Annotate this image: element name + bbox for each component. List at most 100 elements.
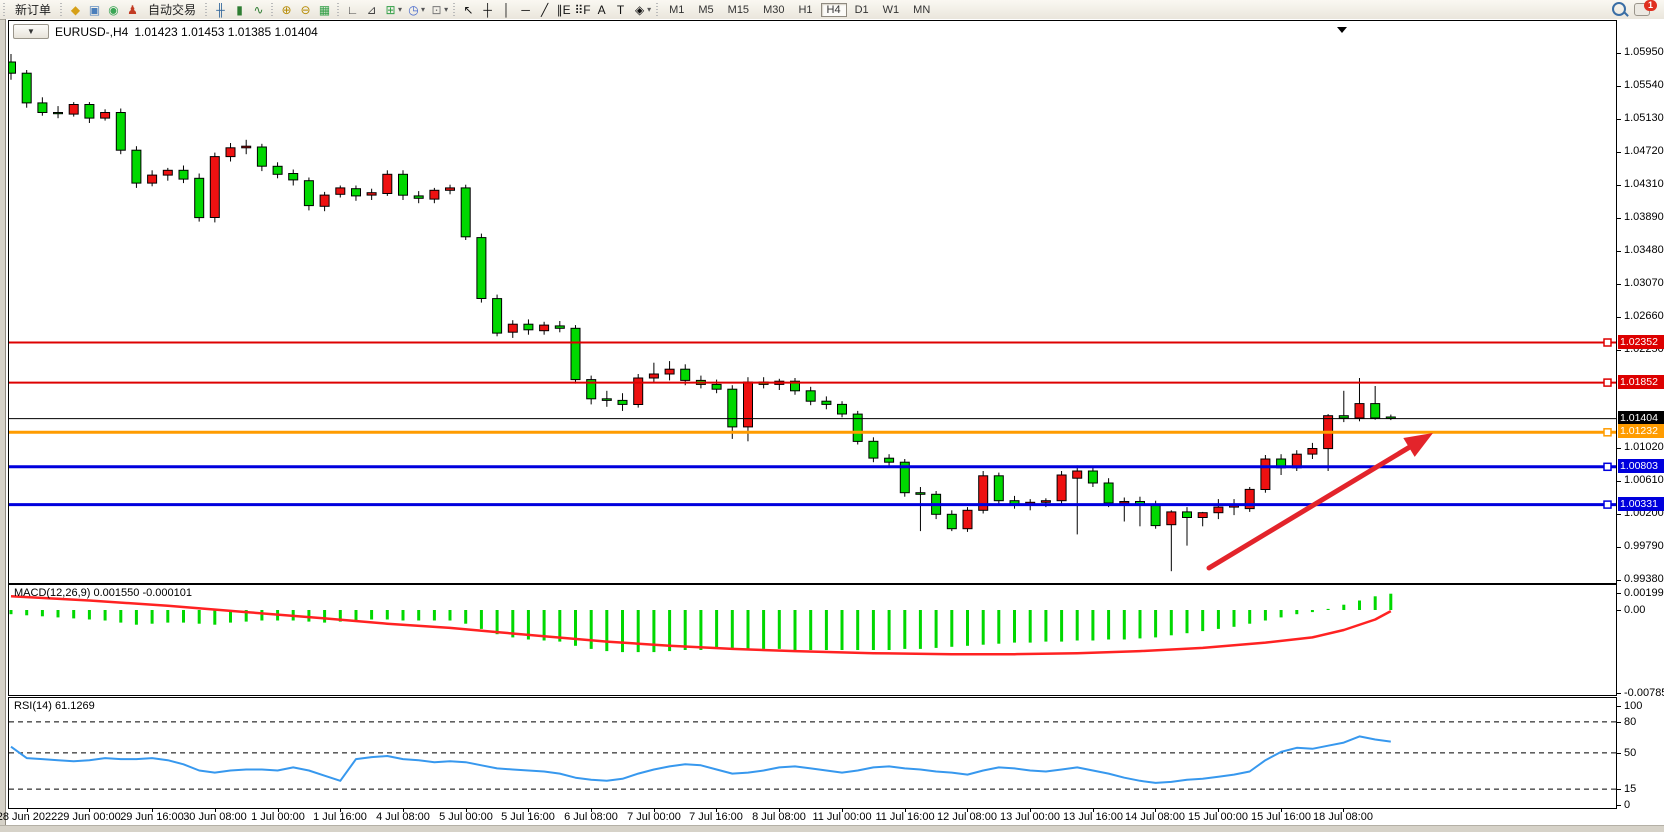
timeframe-M15-button[interactable]: M15 <box>722 3 755 17</box>
chart-window: ▼ EURUSD-,H4 1.01423 1.01453 1.01385 1.0… <box>5 19 1664 825</box>
price-level-chip: 1.01852 <box>1618 375 1664 389</box>
main-chart-pane[interactable]: ▼ EURUSD-,H4 1.01423 1.01453 1.01385 1.0… <box>8 20 1617 584</box>
zoom-out-icon[interactable]: ⊖ <box>296 1 315 19</box>
macd-tick <box>1617 593 1621 594</box>
rsi-axis-label: 0 <box>1624 799 1630 811</box>
price-tick <box>1617 251 1621 252</box>
price-tick-label: 0.99790 <box>1624 540 1664 552</box>
candlestick-type-icon[interactable]: ▮ <box>230 1 249 19</box>
price-tick-label: 1.02660 <box>1624 310 1664 322</box>
price-tick <box>1617 580 1621 581</box>
equidistant-channel-icon[interactable]: ∥E <box>554 1 573 19</box>
price-tick-label: 1.04310 <box>1624 178 1664 190</box>
price-tick-label: 1.05130 <box>1624 112 1664 124</box>
tile-windows-icon[interactable]: ▦ <box>315 1 334 19</box>
search-icon[interactable] <box>1612 2 1626 16</box>
text-label-icon[interactable]: T <box>611 1 630 19</box>
timeframe-M30-button[interactable]: M30 <box>757 3 790 17</box>
rsi-axis-label: 50 <box>1624 747 1636 759</box>
bar-chart-type-icon[interactable]: ╫ <box>211 1 230 19</box>
price-tick <box>1617 350 1621 351</box>
price-tick-label: 1.03070 <box>1624 277 1664 289</box>
auto-scroll-icon[interactable]: ∟ <box>343 1 362 19</box>
fibonacci-icon[interactable]: ⠿F <box>573 1 592 19</box>
timeframe-MN-button[interactable]: MN <box>907 3 936 17</box>
timeframe-M1-button[interactable]: M1 <box>663 3 690 17</box>
price-tick-label: 1.05540 <box>1624 79 1664 91</box>
notifications-icon[interactable]: 1 <box>1634 3 1650 16</box>
community-icon[interactable]: ▣ <box>85 1 104 19</box>
macd-axis-label: 0.001998 <box>1624 587 1664 599</box>
macd-pane[interactable]: MACD(12,26,9) 0.001550 -0.000101 <box>8 584 1617 696</box>
rsi-chart <box>9 698 1616 808</box>
shapes-icon-caret[interactable]: ▾ <box>647 5 651 14</box>
macd-tick <box>1617 610 1621 611</box>
toolbar-grip <box>451 3 458 17</box>
macd-axis-label: 0.00 <box>1624 604 1645 616</box>
symbol-dropdown-button[interactable]: ▼ <box>13 24 49 39</box>
chart-shift-icon[interactable]: ⊿ <box>362 1 381 19</box>
template-image-icon-caret[interactable]: ▾ <box>444 5 448 14</box>
trendline-icon[interactable]: ╱ <box>535 1 554 19</box>
price-level-chip: 1.00331 <box>1618 497 1664 511</box>
notification-badge: 1 <box>1644 0 1657 11</box>
rsi-axis-label: 15 <box>1624 783 1636 795</box>
price-tick <box>1617 86 1621 87</box>
vertical-line-icon[interactable]: │ <box>497 1 516 19</box>
signals-icon[interactable]: ◉ <box>104 1 123 19</box>
add-indicator-icon-caret[interactable]: ▾ <box>398 5 402 14</box>
timeframe-M5-button[interactable]: M5 <box>692 3 719 17</box>
new-order-button[interactable]: 新订单 <box>9 1 57 18</box>
price-level-chip: 1.00803 <box>1618 459 1664 473</box>
chart-shift-marker-icon <box>1337 27 1347 33</box>
price-tick <box>1617 448 1621 449</box>
price-axis[interactable]: 1.05950 1.05540 1.05130 1.04720 1.04310 1.038… <box>1617 19 1664 825</box>
line-chart-type-icon[interactable]: ∿ <box>249 1 268 19</box>
price-tick-label: 1.05950 <box>1624 46 1664 58</box>
rsi-axis-label: 80 <box>1624 716 1636 728</box>
toolbar: 新订单◆▣◉♟自动交易╫▮∿⊕⊖▦∟⊿⊞▾◷▾⊡▾↖┼│─╱∥E⠿FAT◈▾M1… <box>0 0 1664 20</box>
price-level-chip: 1.01232 <box>1618 424 1664 438</box>
chart-title: EURUSD-,H4 <box>55 25 128 39</box>
price-level-chip: 1.02352 <box>1618 335 1664 349</box>
algo-trading-button-icon: ♟ <box>123 1 142 19</box>
price-tick <box>1617 514 1621 515</box>
time-axis[interactable]: 28 Jun 202229 Jun 00:0029 Jun 16:0030 Ju… <box>8 809 1617 825</box>
rsi-tick <box>1617 789 1621 790</box>
price-tick <box>1617 185 1621 186</box>
rsi-tick <box>1617 722 1621 723</box>
zoom-in-icon[interactable]: ⊕ <box>277 1 296 19</box>
market-depth-icon[interactable]: ◆ <box>66 1 85 19</box>
timeframe-D1-button[interactable]: D1 <box>849 3 875 17</box>
timeframe-W1-button[interactable]: W1 <box>877 3 906 17</box>
price-tick <box>1617 53 1621 54</box>
toolbar-grip <box>203 3 210 17</box>
rsi-tick <box>1617 805 1621 806</box>
macd-axis-label: -0.00785 <box>1624 687 1664 699</box>
price-tick-label: 1.03480 <box>1624 244 1664 256</box>
period-clock-icon-caret[interactable]: ▾ <box>421 5 425 14</box>
candlestick-chart[interactable] <box>9 21 1616 583</box>
text-icon[interactable]: A <box>592 1 611 19</box>
time-axis-label: 18 Jul 08:00 <box>1298 811 1388 823</box>
macd-label: MACD(12,26,9) 0.001550 -0.000101 <box>14 587 192 599</box>
chart-ohlc-values: 1.01423 1.01453 1.01385 1.01404 <box>134 25 318 39</box>
timeframe-H1-button[interactable]: H1 <box>792 3 818 17</box>
algo-trading-button[interactable]: 自动交易 <box>142 1 202 18</box>
chart-title-bar: ▼ EURUSD-,H4 1.01423 1.01453 1.01385 1.0… <box>13 24 318 39</box>
rsi-tick <box>1617 706 1621 707</box>
horizontal-line-icon[interactable]: ─ <box>516 1 535 19</box>
price-tick-label: 0.99380 <box>1624 573 1664 585</box>
rsi-pane[interactable]: RSI(14) 61.1269 <box>8 697 1617 809</box>
rsi-label: RSI(14) 61.1269 <box>14 700 95 712</box>
price-tick-label: 1.03890 <box>1624 211 1664 223</box>
price-tick-label: 1.04720 <box>1624 145 1664 157</box>
price-tick-label: 1.01020 <box>1624 441 1664 453</box>
price-tick <box>1617 481 1621 482</box>
price-tick <box>1617 317 1621 318</box>
crosshair-icon[interactable]: ┼ <box>478 1 497 19</box>
cursor-icon[interactable]: ↖ <box>459 1 478 19</box>
timeframe-H4-button[interactable]: H4 <box>821 3 847 17</box>
rsi-tick <box>1617 753 1621 754</box>
price-tick <box>1617 547 1621 548</box>
